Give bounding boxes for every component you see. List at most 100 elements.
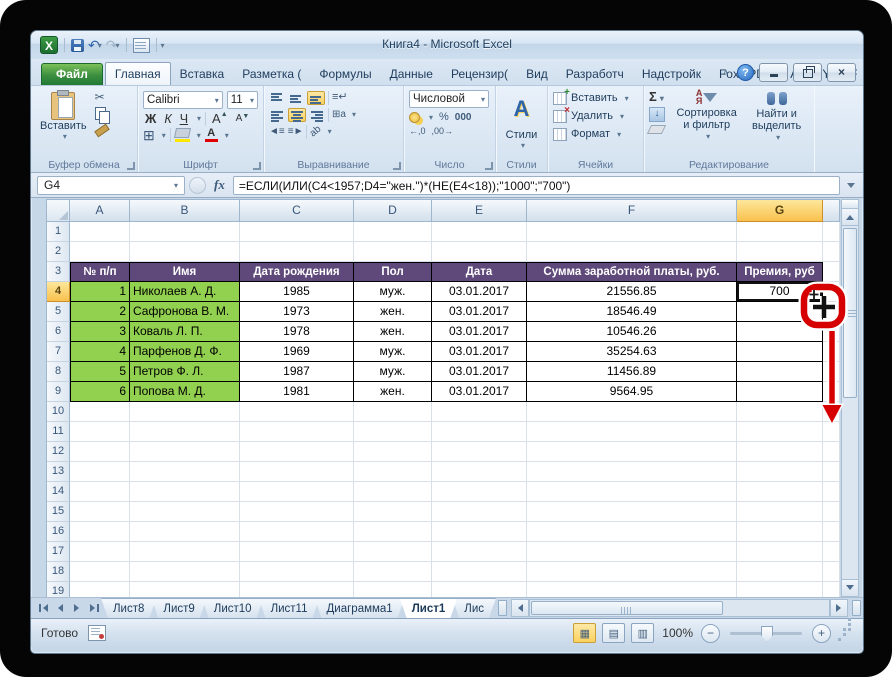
cell-D3[interactable]: Пол bbox=[354, 262, 432, 282]
cell-B5[interactable]: Сафронова В. М. bbox=[130, 302, 240, 322]
cell-D10[interactable] bbox=[354, 402, 432, 422]
number-format-combo[interactable]: Числовой▾ bbox=[409, 90, 489, 108]
tab-width-handle[interactable] bbox=[852, 600, 861, 616]
cell-partial-16[interactable] bbox=[823, 522, 840, 542]
cell-partial-6[interactable] bbox=[823, 322, 840, 342]
scroll-up-button[interactable] bbox=[842, 209, 858, 226]
cell-A10[interactable] bbox=[70, 402, 130, 422]
tab-данные[interactable]: Данные bbox=[381, 63, 442, 85]
cell-C16[interactable] bbox=[240, 522, 354, 542]
cell-F4[interactable]: 21556.85 bbox=[527, 282, 737, 302]
format-cells-button[interactable]: Формат▾ bbox=[553, 125, 638, 143]
cell-partial-11[interactable] bbox=[823, 422, 840, 442]
tab-вид[interactable]: Вид bbox=[517, 63, 557, 85]
scroll-track[interactable] bbox=[842, 400, 858, 579]
cell-B6[interactable]: Коваль Л. П. bbox=[130, 322, 240, 342]
decrease-indent-button[interactable]: ◄≡ bbox=[269, 125, 285, 138]
cell-A1[interactable] bbox=[70, 222, 130, 242]
cell-E3[interactable]: Дата bbox=[432, 262, 527, 282]
cell-D19[interactable] bbox=[354, 582, 432, 598]
cell-G19[interactable] bbox=[737, 582, 823, 598]
row-header-6[interactable]: 6 bbox=[47, 322, 70, 342]
row-header-16[interactable]: 16 bbox=[47, 522, 70, 542]
cell-E8[interactable]: 03.01.2017 bbox=[432, 362, 527, 382]
comma-style-button[interactable]: 000 bbox=[455, 112, 472, 123]
align-bottom-button[interactable] bbox=[307, 91, 325, 105]
cell-D2[interactable] bbox=[354, 242, 432, 262]
column-header-partial[interactable] bbox=[823, 200, 840, 222]
column-header-g[interactable]: G bbox=[737, 200, 823, 222]
paste-button[interactable]: Вставить ▾ bbox=[40, 92, 87, 141]
restore-button[interactable] bbox=[793, 63, 822, 82]
insert-function-button[interactable]: fx bbox=[210, 177, 229, 193]
cell-F5[interactable]: 18546.49 bbox=[527, 302, 737, 322]
scroll-right-button[interactable] bbox=[830, 599, 848, 617]
cell-partial-17[interactable] bbox=[823, 542, 840, 562]
cell-F2[interactable] bbox=[527, 242, 737, 262]
cell-D12[interactable] bbox=[354, 442, 432, 462]
cell-F6[interactable]: 10546.26 bbox=[527, 322, 737, 342]
orientation-button[interactable]: ab bbox=[308, 123, 325, 140]
vertical-scrollbar[interactable] bbox=[841, 199, 859, 597]
row-header-13[interactable]: 13 bbox=[47, 462, 70, 482]
cell-partial-8[interactable] bbox=[823, 362, 840, 382]
cell-C8[interactable]: 1987 bbox=[240, 362, 354, 382]
cell-B12[interactable] bbox=[130, 442, 240, 462]
cell-F7[interactable]: 35254.63 bbox=[527, 342, 737, 362]
cell-C13[interactable] bbox=[240, 462, 354, 482]
split-handle[interactable] bbox=[842, 200, 858, 209]
cell-C19[interactable] bbox=[240, 582, 354, 598]
tab-разметка-[interactable]: Разметка ( bbox=[233, 63, 310, 85]
select-all-corner[interactable] bbox=[47, 200, 70, 222]
grow-font-button[interactable]: А▲ bbox=[210, 111, 230, 126]
column-header-d[interactable]: D bbox=[354, 200, 432, 222]
row-header-3[interactable]: 3 bbox=[47, 262, 70, 282]
cell-partial-3[interactable] bbox=[823, 262, 840, 282]
cell-E18[interactable] bbox=[432, 562, 527, 582]
cell-D18[interactable] bbox=[354, 562, 432, 582]
cell-C1[interactable] bbox=[240, 222, 354, 242]
percent-style-button[interactable]: % bbox=[439, 111, 449, 123]
cell-G17[interactable] bbox=[737, 542, 823, 562]
cell-B19[interactable] bbox=[130, 582, 240, 598]
cell-C7[interactable]: 1969 bbox=[240, 342, 354, 362]
cell-B7[interactable]: Парфенов Д. Ф. bbox=[130, 342, 240, 362]
cell-D15[interactable] bbox=[354, 502, 432, 522]
record-macro-icon[interactable] bbox=[88, 625, 106, 641]
cell-E15[interactable] bbox=[432, 502, 527, 522]
cell-D14[interactable] bbox=[354, 482, 432, 502]
column-header-f[interactable]: F bbox=[527, 200, 737, 222]
cell-D4[interactable]: муж. bbox=[354, 282, 432, 302]
cell-C14[interactable] bbox=[240, 482, 354, 502]
row-header-7[interactable]: 7 bbox=[47, 342, 70, 362]
tab-рецензир-[interactable]: Рецензир( bbox=[442, 63, 517, 85]
sheet-tab-лист9[interactable]: Лист9 bbox=[151, 598, 206, 618]
italic-button[interactable]: К bbox=[162, 112, 173, 126]
tab-вставка[interactable]: Вставка bbox=[171, 63, 234, 85]
cell-F8[interactable]: 11456.89 bbox=[527, 362, 737, 382]
tab-главная[interactable]: Главная bbox=[105, 62, 171, 85]
delete-cells-button[interactable]: Удалить▾ bbox=[553, 107, 638, 125]
cell-B18[interactable] bbox=[130, 562, 240, 582]
sheet-tab-диаграмма1[interactable]: Диаграмма1 bbox=[315, 598, 405, 618]
touch-mode-button[interactable] bbox=[133, 38, 150, 53]
cell-B1[interactable] bbox=[130, 222, 240, 242]
cell-B9[interactable]: Попова М. Д. bbox=[130, 382, 240, 402]
cell-E16[interactable] bbox=[432, 522, 527, 542]
cell-E7[interactable]: 03.01.2017 bbox=[432, 342, 527, 362]
sheet-tab-лист1[interactable]: Лист1 bbox=[400, 598, 458, 618]
cell-G10[interactable] bbox=[737, 402, 823, 422]
align-left-button[interactable] bbox=[269, 109, 285, 121]
cell-F1[interactable] bbox=[527, 222, 737, 242]
sort-filter-button[interactable]: АЯ Сортировка и фильтр ▾ bbox=[669, 89, 744, 144]
cell-E19[interactable] bbox=[432, 582, 527, 598]
cell-A13[interactable] bbox=[70, 462, 130, 482]
cell-E13[interactable] bbox=[432, 462, 527, 482]
decrease-decimal-button[interactable]: ,00→ bbox=[432, 126, 454, 136]
cell-E2[interactable] bbox=[432, 242, 527, 262]
row-header-1[interactable]: 1 bbox=[47, 222, 70, 242]
cell-D8[interactable]: муж. bbox=[354, 362, 432, 382]
cell-F3[interactable]: Сумма заработной платы, руб. bbox=[527, 262, 737, 282]
zoom-percent-label[interactable]: 100% bbox=[662, 626, 693, 640]
cell-A19[interactable] bbox=[70, 582, 130, 598]
